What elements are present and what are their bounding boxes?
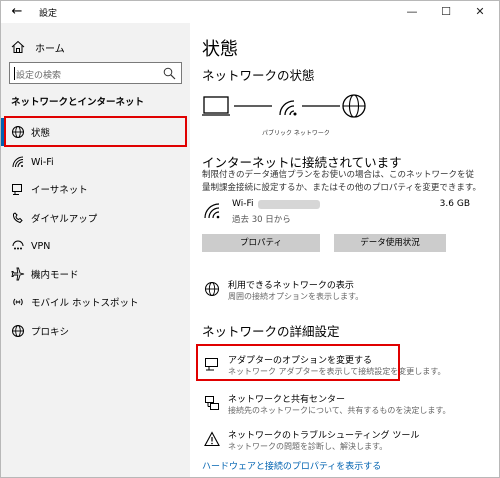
wifi-name: Wi-Fi: [232, 199, 254, 209]
ethernet-icon: [12, 184, 22, 195]
sidebar-item-label: モバイル ホットスポット: [31, 298, 139, 309]
home-icon: [11, 40, 25, 53]
sharing-center-icon: [205, 396, 219, 410]
link-title: 利用できるネットワークの表示: [228, 281, 354, 291]
properties-button[interactable]: プロパティ: [202, 234, 320, 252]
search-icon[interactable]: [163, 67, 176, 80]
sidebar-item-label: イーサネット: [31, 185, 88, 196]
internet-globe-icon: [342, 94, 366, 118]
redacted-ssid: [258, 200, 320, 209]
wifi-icon: [204, 203, 220, 219]
network-troubleshooter-link[interactable]: ネットワークのトラブルシューティング ツール ネットワークの問題を診断し、解決し…: [202, 428, 492, 462]
maximize-button[interactable]: ☐: [429, 1, 463, 23]
link-title: ネットワークと共有センター: [228, 395, 346, 405]
hotspot-icon: [13, 298, 23, 306]
settings-search-input[interactable]: 設定の検索: [9, 62, 182, 84]
network-diagram: [202, 94, 366, 118]
sidebar: ホーム 設定の検索 ネットワークとインターネット 状態 Wi-Fi イーサネット…: [1, 23, 190, 477]
proxy-globe-icon: [12, 325, 24, 337]
sidebar-item-label: プロキシ: [31, 327, 70, 338]
link-description: 接続先のネットワークについて、共有するものを決定します。: [228, 406, 451, 415]
link-description: 周囲の接続オプションを表示します。: [228, 292, 364, 301]
highlight-box-adapter-options: [196, 344, 400, 381]
back-button[interactable]: ←: [9, 4, 25, 20]
data-usage-button[interactable]: データ使用状況: [334, 234, 446, 252]
sidebar-item-wifi[interactable]: Wi-Fi: [1, 148, 190, 176]
vpn-icon: [12, 240, 24, 250]
text-caret: [14, 67, 15, 80]
network-sharing-center-link[interactable]: ネットワークと共有センター 接続先のネットワークについて、共有するものを決定しま…: [202, 392, 492, 426]
sidebar-item-dialup[interactable]: ダイヤルアップ: [1, 204, 190, 232]
airplane-icon: [11, 267, 25, 281]
minimize-button[interactable]: —: [395, 1, 429, 23]
sidebar-item-vpn[interactable]: VPN: [1, 232, 190, 260]
sidebar-item-label: 機内モード: [31, 270, 79, 281]
sidebar-item-airplane-mode[interactable]: 機内モード: [1, 260, 190, 288]
advanced-settings-heading: ネットワークの詳細設定: [202, 324, 340, 339]
page-title: 状態: [202, 39, 238, 60]
wifi-period: 過去 30 日から: [232, 215, 291, 225]
sidebar-item-label: ダイヤルアップ: [31, 214, 98, 225]
link-description: ネットワークの問題を診断し、解決します。: [228, 442, 388, 451]
network-status-heading: ネットワークの状態: [202, 68, 315, 83]
wifi-data-usage: 3.6 GB: [439, 199, 470, 209]
title-bar: ← 設定 — ☐ ✕: [1, 1, 499, 23]
dialup-icon: [12, 212, 23, 224]
network-type-caption: パブリック ネットワーク: [262, 130, 330, 137]
sidebar-item-label: VPN: [31, 240, 51, 252]
warning-triangle-icon: [204, 431, 220, 447]
search-placeholder: 設定の検索: [16, 71, 62, 81]
home-link[interactable]: ホーム: [11, 39, 65, 55]
connected-description: 制限付きのデータ通信プランをお使いの場合は、このネットワークを従量制課金接続に設…: [202, 170, 481, 193]
wifi-icon: [12, 156, 24, 168]
settings-window: ← 設定 — ☐ ✕ ホーム 設定の検索 ネットワークとインターネット 状態 W…: [0, 0, 500, 478]
laptop-icon: [202, 96, 230, 116]
wifi-signal-icon: [279, 100, 297, 116]
close-button[interactable]: ✕: [463, 1, 497, 23]
wifi-connection-row: Wi-Fi 過去 30 日から 3.6 GB: [202, 197, 482, 227]
globe-network-icon: [205, 282, 219, 296]
link-title: ネットワークのトラブルシューティング ツール: [228, 431, 420, 441]
sidebar-item-mobile-hotspot[interactable]: モバイル ホットスポット: [1, 288, 190, 316]
main-content: 状態 ネットワークの状態 パブリック ネットワーク インターネットに接続されてい…: [190, 23, 499, 477]
highlight-box-status: [4, 116, 187, 147]
sidebar-item-label: Wi-Fi: [31, 156, 54, 168]
hardware-properties-link[interactable]: ハードウェアと接続のプロパティを表示する: [202, 459, 381, 472]
section-title: ネットワークとインターネット: [11, 97, 145, 108]
home-label: ホーム: [35, 43, 65, 55]
sidebar-item-proxy[interactable]: プロキシ: [1, 317, 190, 345]
available-networks-link[interactable]: 利用できるネットワークの表示 周囲の接続オプションを表示します。: [202, 278, 492, 312]
sidebar-item-ethernet[interactable]: イーサネット: [1, 175, 190, 203]
window-title: 設定: [39, 9, 58, 19]
